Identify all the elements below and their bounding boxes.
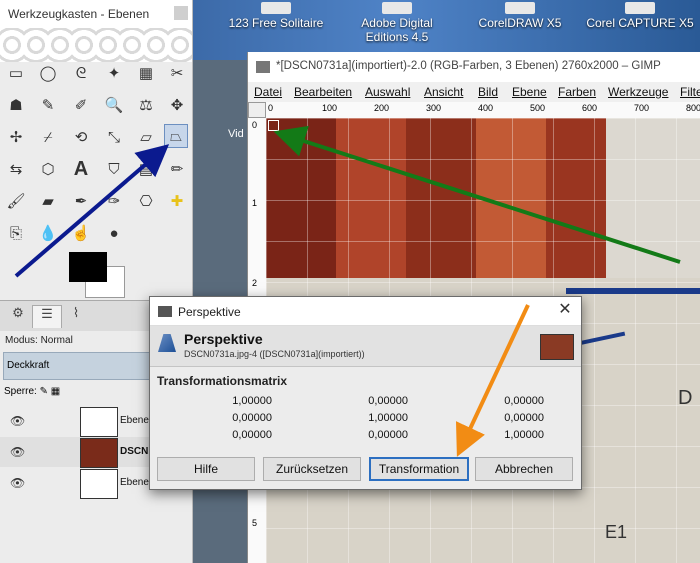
annotation-arrows — [14, 125, 681, 457]
orange-arrow — [455, 304, 530, 457]
blue-arrow — [14, 144, 170, 278]
green-arrow — [273, 125, 681, 264]
